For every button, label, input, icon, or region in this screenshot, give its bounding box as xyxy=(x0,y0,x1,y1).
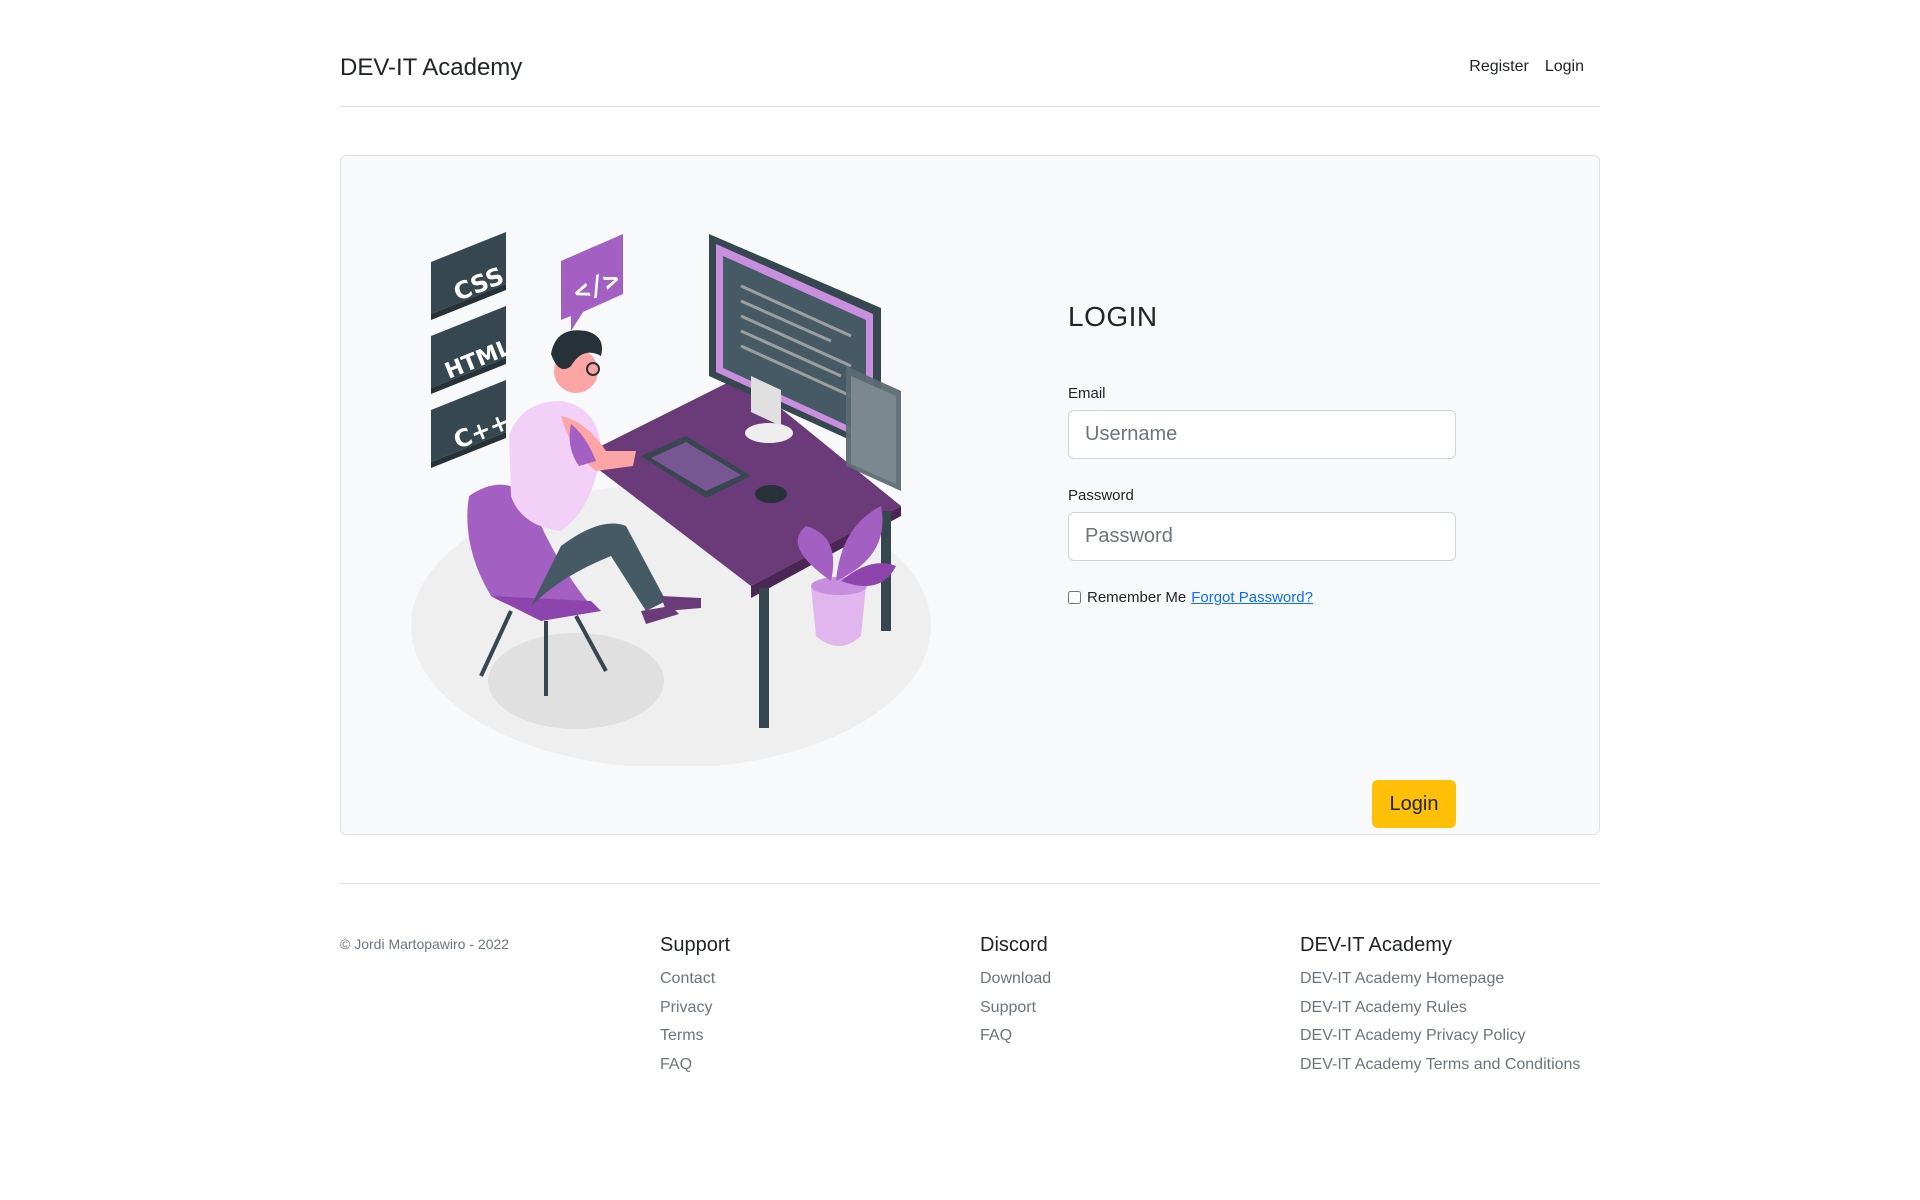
footer-support-column: Support Contact Privacy Terms FAQ xyxy=(660,934,730,1079)
html-badge-icon: HTML xyxy=(431,306,515,394)
footer-terms-conditions-link[interactable]: DEV-IT Academy Terms and Conditions xyxy=(1300,1051,1580,1080)
cpp-badge-icon: C++ xyxy=(431,380,514,468)
login-card: CSS HTML C++ </> LOGIN Email Username Pa… xyxy=(340,155,1600,835)
copyright-text: © Jordi Martopawiro - 2022 xyxy=(340,936,510,952)
footer-contact-link[interactable]: Contact xyxy=(660,965,730,994)
login-title: LOGIN xyxy=(1068,301,1158,332)
footer-download-link[interactable]: Download xyxy=(980,965,1051,994)
footer-terms-link[interactable]: Terms xyxy=(660,1022,730,1051)
footer-discord-support-link[interactable]: Support xyxy=(980,994,1051,1023)
page-container: DEV-IT Academy Register Login CSS HTML C… xyxy=(340,0,1600,1073)
remember-me-checkbox[interactable] xyxy=(1068,591,1081,604)
top-navbar: DEV-IT Academy Register Login xyxy=(340,0,1600,107)
nav-links: Register Login xyxy=(1469,58,1584,76)
footer-privacy-link[interactable]: Privacy xyxy=(660,994,730,1023)
password-label: Password xyxy=(1068,487,1134,504)
footer-rules-link[interactable]: DEV-IT Academy Rules xyxy=(1300,994,1580,1023)
footer-academy-column: DEV-IT Academy DEV-IT Academy Homepage D… xyxy=(1300,934,1580,1079)
nav-login-link[interactable]: Login xyxy=(1545,58,1584,76)
footer-homepage-link[interactable]: DEV-IT Academy Homepage xyxy=(1300,965,1580,994)
footer-privacy-policy-link[interactable]: DEV-IT Academy Privacy Policy xyxy=(1300,1022,1580,1051)
remember-me-label: Remember Me xyxy=(1087,589,1187,606)
login-button[interactable]: Login xyxy=(1372,780,1456,828)
forgot-password-link[interactable]: Forgot Password? xyxy=(1191,589,1313,606)
footer: © Jordi Martopawiro - 2022 Support Conta… xyxy=(340,883,1600,1073)
nav-register-link[interactable]: Register xyxy=(1469,58,1529,76)
email-label: Email xyxy=(1068,385,1106,402)
footer-discord-column: Discord Download Support FAQ xyxy=(980,934,1051,1051)
footer-discord-heading: Discord xyxy=(980,934,1048,956)
footer-faq-link[interactable]: FAQ xyxy=(660,1051,730,1080)
email-input[interactable] xyxy=(1068,410,1456,459)
remember-row: Remember Me Forgot Password? xyxy=(1068,589,1456,606)
password-input[interactable] xyxy=(1068,512,1456,561)
css-badge-icon: CSS xyxy=(431,232,508,320)
brand-logo-text[interactable]: DEV-IT Academy xyxy=(340,54,522,82)
developer-illustration: CSS HTML C++ </> xyxy=(411,232,931,766)
footer-academy-heading: DEV-IT Academy xyxy=(1300,934,1452,956)
login-form: LOGIN Email Password Remember Me Forgot … xyxy=(1068,301,1456,828)
footer-discord-faq-link[interactable]: FAQ xyxy=(980,1022,1051,1051)
code-bubble-icon: </> xyxy=(561,234,624,331)
footer-support-heading: Support xyxy=(660,934,731,956)
